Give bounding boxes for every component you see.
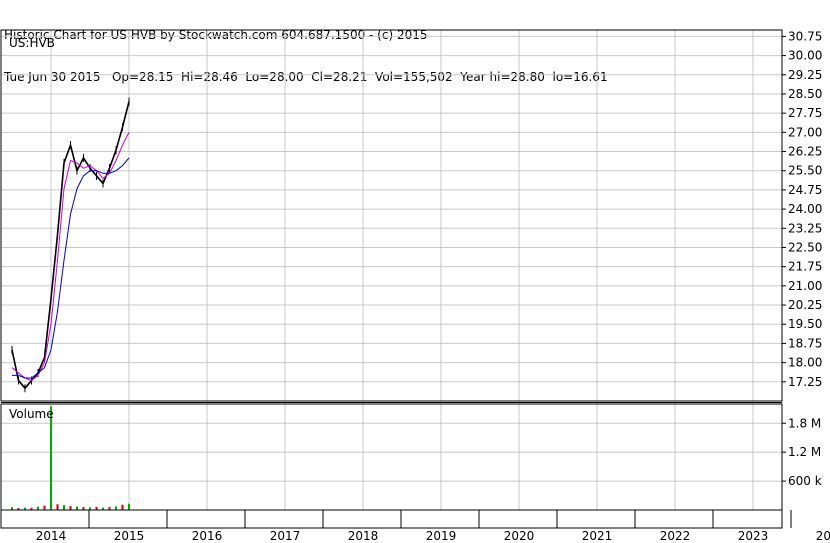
x-tick-label: 2017: [270, 529, 301, 543]
y-tick-label: 24.00: [788, 202, 822, 216]
y-tick-label: 27.75: [788, 106, 822, 120]
price-panel-border: [0, 29, 783, 402]
x-tick-label: 2021: [582, 529, 613, 543]
moving-average-long: [12, 157, 130, 379]
y-tick-label: 18.75: [788, 336, 822, 350]
y-tick-label: 27.00: [788, 125, 822, 139]
x-tick-label: 2018: [348, 529, 379, 543]
y-tick-label: 30.75: [788, 29, 822, 43]
historic-chart: 2014 2015 2016 2017 2018 2019 2020 2021 2022 2023…: [0, 29, 830, 543]
volume-tick-label: 1.8 M: [788, 416, 821, 430]
y-tick-label: 29.25: [788, 68, 822, 82]
y-tick-label: 30.00: [788, 49, 822, 63]
x-tick-label: 2020: [504, 529, 535, 543]
volume-panel-border: [0, 403, 783, 511]
y-tick-label: 26.25: [788, 145, 822, 159]
y-tick-label: 19.50: [788, 317, 822, 331]
y-tick-label: 17.25: [788, 375, 822, 389]
y-tick-label: 20.25: [788, 298, 822, 312]
x-tick-label: 2022: [660, 529, 691, 543]
y-tick-label: 25.50: [788, 164, 822, 178]
x-tick-label: 2019: [426, 529, 457, 543]
x-tick-label: 2024: [816, 529, 830, 543]
price-panel: [11, 97, 130, 393]
volume-tick-label: 1.2 M: [788, 445, 821, 459]
volume-tick-label: 600 k: [788, 474, 822, 488]
y-tick-label: 18.00: [788, 356, 822, 370]
x-tick-label: 2014: [36, 529, 67, 543]
x-axis-strip: [0, 509, 783, 529]
y-tick-label: 24.75: [788, 183, 822, 197]
x-tick-label: 2015: [114, 529, 145, 543]
y-tick-label: 28.50: [788, 87, 822, 101]
volume-panel: [11, 406, 130, 510]
y-tick-label: 22.50: [788, 240, 822, 254]
volume-label: Volume: [9, 407, 54, 421]
y-tick-label: 21.75: [788, 260, 822, 274]
grid-lines: [1, 30, 782, 510]
y-tick-label: 23.25: [788, 221, 822, 235]
symbol-label: US:HVB: [9, 36, 55, 50]
x-tick-label: 2016: [192, 529, 223, 543]
x-tick-label: 2023: [738, 529, 769, 543]
y-tick-label: 21.00: [788, 279, 822, 293]
